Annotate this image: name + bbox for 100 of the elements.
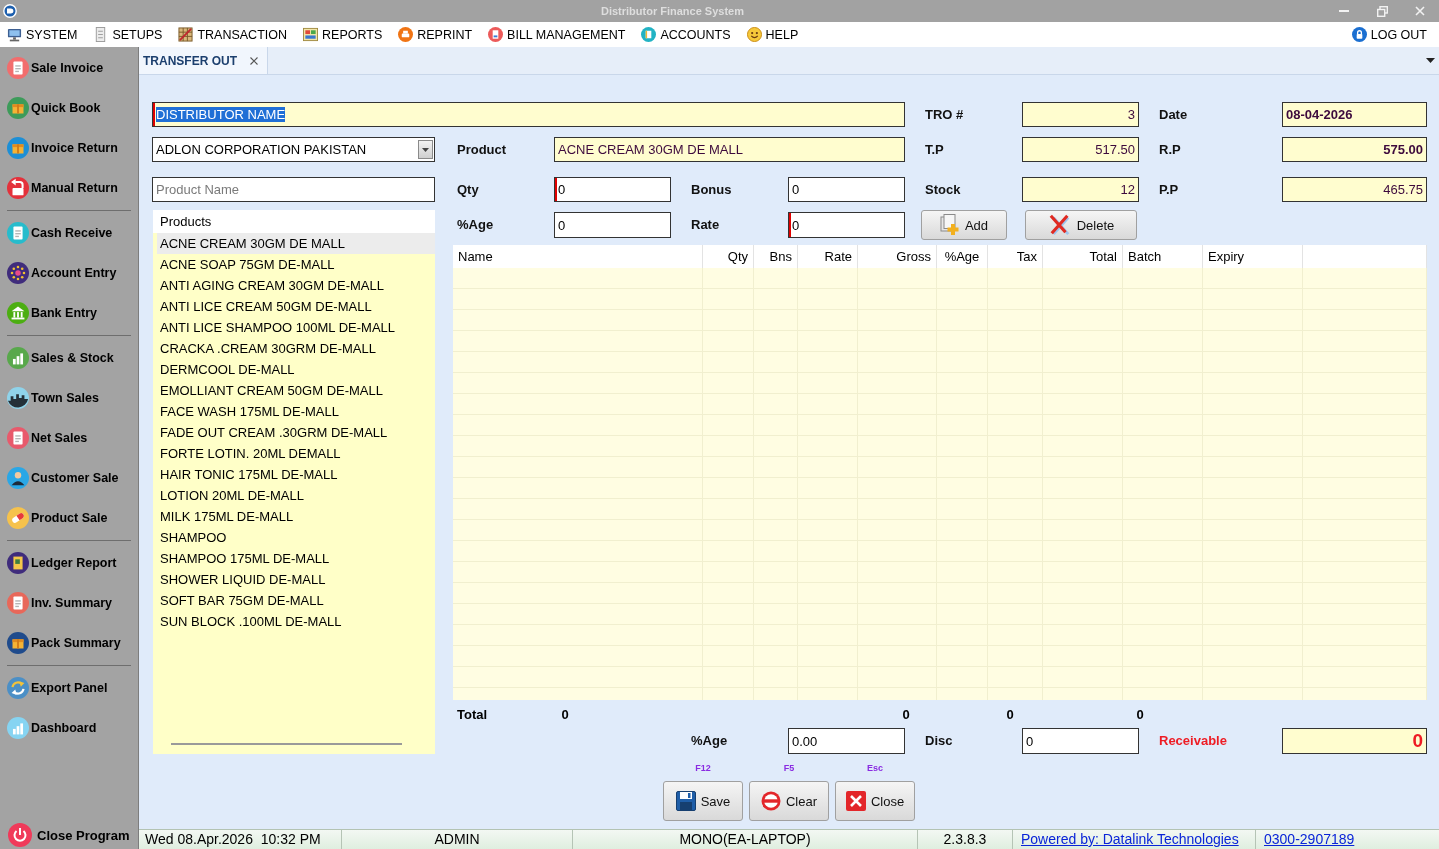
list-item[interactable]: ANTI AGING CREAM 30GM DE-MALL: [157, 275, 435, 296]
totals-label: Total: [456, 706, 489, 722]
sidebar-item[interactable]: Invoice Return: [0, 128, 138, 168]
list-item[interactable]: LOTION 20ML DE-MALL: [157, 485, 435, 506]
menu-item[interactable]: SETUPS: [93, 27, 163, 42]
sidebar-item[interactable]: Quick Book: [0, 88, 138, 128]
sidebar-item[interactable]: Export Panel: [0, 668, 138, 708]
list-item[interactable]: FORTE LOTIN. 20ML DEMALL: [157, 443, 435, 464]
action-button[interactable]: Save: [663, 781, 743, 821]
add-button[interactable]: Add: [921, 210, 1007, 240]
caret-icon[interactable]: [1426, 58, 1435, 63]
link[interactable]: 0300-2907189: [1264, 831, 1355, 847]
person-icon: [7, 467, 29, 489]
list-item[interactable]: SUN BLOCK .100ML DE-MALL: [157, 611, 435, 632]
field-label: Qty: [457, 181, 480, 199]
retail-price-field[interactable]: 575.00: [1282, 137, 1427, 162]
list-item[interactable]: ACNE SOAP 75GM DE-MALL: [157, 254, 435, 275]
caret-icon: [422, 147, 429, 152]
rate-field[interactable]: 0: [788, 212, 905, 238]
discount-percentage-field[interactable]: 0.00: [788, 728, 905, 754]
logout-button[interactable]: LOG OUT: [1351, 27, 1427, 42]
list-item[interactable]: SOFT BAR 75GM DE-MALL: [157, 590, 435, 611]
box-icon: [7, 97, 29, 119]
trade-price-field[interactable]: 517.50: [1022, 137, 1139, 162]
sidebar-item[interactable]: Sale Invoice: [0, 48, 138, 88]
document-plus-icon: [939, 214, 960, 236]
chart-icon: [303, 27, 318, 42]
menu-item[interactable]: BILL MANAGEMENT: [488, 27, 626, 42]
stock-field[interactable]: 12: [1022, 177, 1139, 202]
shortcut-key: F12: [695, 762, 711, 774]
list-item[interactable]: ANTI LICE SHAMPOO 100ML DE-MALL: [157, 317, 435, 338]
sidebar-item[interactable]: Bank Entry: [0, 293, 138, 333]
document-icon: [7, 222, 29, 244]
list-item[interactable]: SHAMPOO 175ML DE-MALL: [157, 548, 435, 569]
percentage-field[interactable]: 0: [554, 212, 671, 238]
dropdown-button[interactable]: [418, 140, 433, 159]
sidebar-item[interactable]: Net Sales: [0, 418, 138, 458]
restore-icon[interactable]: [1376, 5, 1388, 17]
field-label: R.P: [1159, 141, 1182, 159]
field-label: Disc: [925, 732, 954, 750]
tab[interactable]: TRANSFER OUT: [139, 47, 268, 74]
delete-button[interactable]: Delete: [1025, 210, 1137, 240]
purchase-price-field[interactable]: 465.75: [1282, 177, 1427, 202]
app-logo-icon: [3, 4, 17, 18]
sidebar-item[interactable]: Pack Summary: [0, 623, 138, 663]
sidebar-item[interactable]: Ledger Report: [0, 543, 138, 583]
menu-item[interactable]: REPORTS: [303, 27, 383, 42]
menu-item[interactable]: HELP: [746, 27, 799, 42]
link[interactable]: Powered by: Datalink Technologies: [1021, 831, 1239, 847]
lock-icon: [1351, 27, 1367, 42]
menu-item[interactable]: REPRINT: [398, 27, 473, 42]
distributor-field[interactable]: DISTRIBUTOR NAME: [152, 102, 905, 127]
action-button[interactable]: Close: [835, 781, 915, 821]
action-button[interactable]: Clear: [749, 781, 829, 821]
total-value: 0: [1135, 706, 1145, 722]
list-item[interactable]: EMOLLIANT CREAM 50GM DE-MALL: [157, 380, 435, 401]
sidebar-item[interactable]: Cash Receive: [0, 213, 138, 253]
scrollbar[interactable]: [171, 743, 402, 745]
list-item[interactable]: MILK 175ML DE-MALL: [157, 506, 435, 527]
sidebar-item[interactable]: Manual Return: [0, 168, 138, 208]
list-item[interactable]: ANTI LICE CREAM 50GM DE-MALL: [157, 296, 435, 317]
date-field[interactable]: 08-04-2026: [1282, 102, 1427, 127]
shortcut-key: F5: [783, 762, 795, 774]
menu-item[interactable]: SYSTEM: [7, 27, 78, 42]
list-item[interactable]: FACE WASH 175ML DE-MALL: [157, 401, 435, 422]
menu-item[interactable]: ACCOUNTS: [641, 27, 731, 42]
window-title: Distributor Finance System: [599, 5, 745, 17]
box-icon: [7, 632, 29, 654]
sidebar-item[interactable]: Inv. Summary: [0, 583, 138, 623]
sidebar-item[interactable]: Town Sales: [0, 378, 138, 418]
sidebar-item[interactable]: Dashboard: [0, 708, 138, 748]
sidebar-item[interactable]: Product Sale: [0, 498, 138, 538]
tro-number-field[interactable]: 3: [1022, 102, 1139, 127]
receivable-field[interactable]: 0: [1282, 728, 1427, 754]
close-program-button[interactable]: Close Program: [0, 821, 138, 849]
search-field[interactable]: Product Name: [152, 177, 435, 202]
sidebar-item[interactable]: Customer Sale: [0, 458, 138, 498]
sidebar-item[interactable]: Account Entry: [0, 253, 138, 293]
discount-field[interactable]: 0: [1022, 728, 1139, 754]
menu-item[interactable]: TRANSACTION: [178, 27, 287, 42]
list-item[interactable]: SHOWER LIQUID DE-MALL: [157, 569, 435, 590]
list-item[interactable]: HAIR TONIC 175ML DE-MALL: [157, 464, 435, 485]
status-text: Wed 08.Apr.2026 10:32 PM: [139, 830, 342, 849]
list-item[interactable]: FADE OUT CREAM .30GRM DE-MALL: [157, 422, 435, 443]
total-value: 0: [901, 706, 911, 722]
list-item[interactable]: CRACKA .CREAM 30GRM DE-MALL: [157, 338, 435, 359]
bonus-field[interactable]: 0: [788, 177, 905, 202]
notebook-icon: [641, 27, 657, 42]
quantity-field[interactable]: 0: [554, 177, 671, 202]
list-item[interactable]: DERMCOOL DE-MALL: [157, 359, 435, 380]
field-label: Stock: [925, 181, 962, 199]
cross-icon: [1047, 214, 1072, 236]
field-label: Date: [1159, 106, 1189, 124]
product-field[interactable]: ACNE CREAM 30GM DE MALL: [554, 137, 905, 162]
list-item[interactable]: SHAMPOO: [157, 527, 435, 548]
list-item[interactable]: ACNE CREAM 30GM DE MALL: [157, 233, 435, 254]
field-label: TRO #: [925, 106, 965, 124]
company-dropdown[interactable]: ADLON CORPORATION PAKISTAN: [152, 137, 435, 162]
close-icon[interactable]: [250, 56, 258, 65]
sidebar-item[interactable]: Sales & Stock: [0, 338, 138, 378]
